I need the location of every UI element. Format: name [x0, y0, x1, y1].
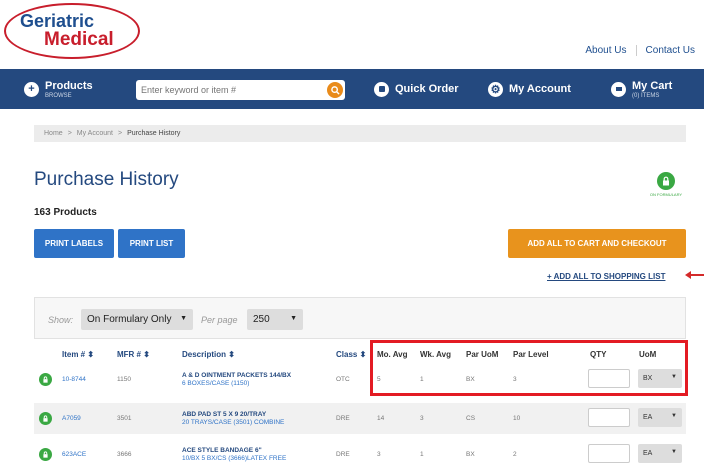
wk-avg-value: 1: [420, 451, 424, 458]
formulary-lock-icon: [39, 448, 52, 461]
show-select-value: On Formulary Only: [87, 314, 172, 325]
description-detail: 10/BX 5 BX/CS (3666)LATEX FREE: [182, 455, 287, 462]
col-mfr[interactable]: MFR # ⬍: [117, 350, 150, 359]
uom-select[interactable]: EA ▼: [638, 444, 682, 463]
breadcrumb-home[interactable]: Home: [44, 130, 63, 137]
table-row: 623ACE 3666 ACE STYLE BANDAGE 6" 10/BX 5…: [34, 439, 686, 470]
about-us-link[interactable]: About Us: [576, 45, 635, 56]
cart-count: (0) ITEMS: [632, 92, 660, 99]
col-item[interactable]: Item # ⬍: [62, 350, 94, 359]
my-cart-link[interactable]: My Cart (0) ITEMS: [611, 69, 672, 109]
uom-value: EA: [643, 414, 653, 421]
chevron-down-icon: ▼: [671, 413, 677, 419]
gear-icon: ⚙: [488, 81, 503, 97]
formulary-lock-icon: [39, 373, 52, 386]
chevron-down-icon: ▼: [180, 315, 187, 322]
my-cart-label: My Cart: [632, 79, 673, 92]
products-sub: BROWSE: [45, 92, 72, 99]
class-value: OTC: [336, 376, 350, 383]
quick-order-label: Quick Order: [395, 83, 459, 95]
col-description[interactable]: Description ⬍: [182, 350, 235, 359]
class-value: DRE: [336, 451, 350, 458]
formulary-badge: ON FORMULARY: [641, 172, 691, 197]
mfr-number: 3501: [117, 415, 132, 422]
my-account-link[interactable]: ⚙ My Account: [488, 69, 571, 109]
search-box: [136, 80, 345, 100]
my-account-label: My Account: [509, 83, 571, 95]
par-uom-value: BX: [466, 451, 475, 458]
brand-logo[interactable]: Geriatric Medical: [4, 3, 140, 59]
chevron-down-icon: ▼: [290, 315, 297, 322]
description-title[interactable]: ACE STYLE BANDAGE 6": [182, 447, 262, 454]
cart-icon: [611, 81, 626, 97]
qty-input[interactable]: [588, 444, 630, 463]
item-number[interactable]: 623ACE: [62, 451, 86, 458]
breadcrumb-my-account[interactable]: My Account: [77, 130, 113, 137]
table-row: A7059 3501 ABD PAD ST 5 X 9 20/TRAY 20 T…: [34, 403, 686, 434]
qty-input[interactable]: [588, 408, 630, 427]
show-select[interactable]: On Formulary Only ▼: [81, 309, 193, 330]
uom-select[interactable]: EA ▼: [638, 408, 682, 427]
main-nav: [0, 69, 704, 109]
per-page-label: Per page: [201, 315, 238, 325]
description-detail: 6 BOXES/CASE (1150): [182, 380, 250, 387]
uom-value: EA: [643, 450, 653, 457]
print-list-button[interactable]: PRINT LIST: [118, 229, 185, 258]
contact-us-link[interactable]: Contact Us: [635, 45, 704, 56]
par-uom-value: CS: [466, 415, 476, 422]
logo-line-2: Medical: [44, 29, 114, 50]
mo-avg-value: 3: [377, 451, 381, 458]
products-menu[interactable]: + Products BROWSE: [24, 69, 93, 109]
per-page-select[interactable]: 250 ▼: [247, 309, 303, 330]
description-title[interactable]: ABD PAD ST 5 X 9 20/TRAY: [182, 411, 266, 418]
class-value: DRE: [336, 415, 350, 422]
products-label: Products: [45, 79, 93, 92]
formulary-lock-icon: [39, 412, 52, 425]
description-title[interactable]: A & D OINTMENT PACKETS 144/BX: [182, 372, 291, 379]
par-level-value: 10: [513, 415, 521, 422]
add-all-to-list-link[interactable]: + ADD ALL TO SHOPPING LIST: [547, 272, 665, 281]
add-all-checkout-button[interactable]: ADD ALL TO CART AND CHECKOUT: [508, 229, 686, 258]
formulary-lock-icon: [657, 172, 675, 190]
print-labels-button[interactable]: PRINT LABELS: [34, 229, 114, 258]
page-title: Purchase History: [34, 169, 179, 190]
mfr-number: 3666: [117, 451, 132, 458]
mo-avg-value: 14: [377, 415, 385, 422]
highlight-annotation: [370, 340, 688, 396]
quick-order-icon: [374, 81, 389, 97]
top-links: About Us Contact Us: [576, 45, 704, 56]
search-button[interactable]: [327, 82, 343, 98]
filter-bar: Show: On Formulary Only ▼ Per page 250 ▼: [34, 297, 686, 339]
col-class[interactable]: Class ⬍: [336, 350, 366, 359]
breadcrumb: Home > My Account > Purchase History: [34, 125, 686, 142]
description-detail: 20 TRAYS/CASE (3501) COMBINE: [182, 419, 285, 426]
search-icon: [330, 85, 340, 95]
breadcrumb-current: Purchase History: [127, 130, 181, 137]
mfr-number: 1150: [117, 376, 131, 383]
plus-icon: +: [24, 81, 39, 97]
red-arrow-annotation: [685, 271, 704, 279]
item-number[interactable]: 10-8744: [62, 376, 86, 383]
per-page-value: 250: [253, 314, 270, 325]
quick-order-link[interactable]: Quick Order: [374, 69, 459, 109]
chevron-down-icon: ▼: [671, 449, 677, 455]
show-label: Show:: [48, 315, 74, 325]
product-count: 163 Products: [34, 207, 97, 218]
par-level-value: 2: [513, 451, 517, 458]
search-input[interactable]: [136, 80, 316, 100]
formulary-badge-label: ON FORMULARY: [649, 192, 683, 197]
item-number[interactable]: A7059: [62, 415, 81, 422]
wk-avg-value: 3: [420, 415, 424, 422]
